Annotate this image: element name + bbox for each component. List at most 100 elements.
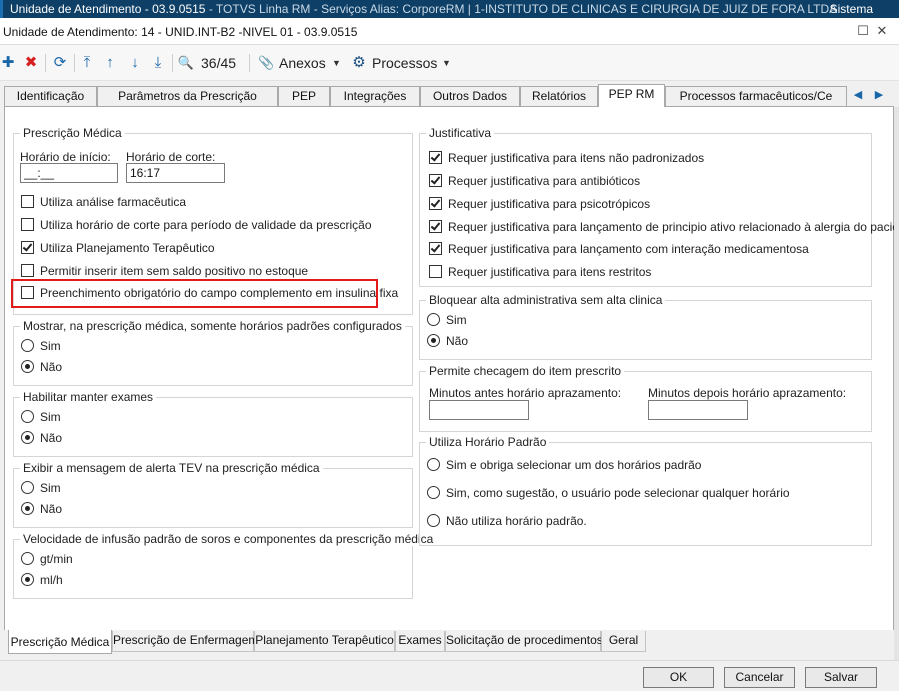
first-record-icon[interactable]: ⤒ [79, 53, 95, 73]
tab-exames[interactable]: Exames [395, 631, 445, 652]
delete-icon[interactable]: ✖ [23, 53, 39, 73]
radio-button[interactable] [427, 458, 440, 471]
checkbox-box[interactable] [429, 242, 442, 255]
anexos-button[interactable]: Anexos [279, 53, 326, 73]
checkmark-icon [430, 174, 441, 185]
radio-button[interactable] [21, 360, 34, 373]
group-legend: Exibir a mensagem de alerta TEV na presc… [20, 461, 323, 475]
record-counter: 36/45 [201, 55, 237, 71]
radio-button[interactable] [21, 502, 34, 515]
pep-rm-panel: Prescrição Médica Horário de início: Hor… [4, 107, 899, 630]
toolbar: ✚ ✖ ⟳ ⤒ ↑ ↓ ⤓ 🔍 36/45 📎 Anexos ▼ ⚙ Proce… [0, 45, 899, 81]
checkbox-box[interactable] [429, 265, 442, 278]
tab-outros-dados[interactable]: Outros Dados [420, 86, 520, 106]
app-accent-stripe [0, 0, 3, 18]
checkbox-box[interactable] [21, 264, 34, 277]
group-legend: Utiliza Horário Padrão [426, 435, 550, 449]
habilitar-exames-group: Habilitar manter exames Sim Não [13, 390, 413, 457]
radio-button[interactable] [21, 410, 34, 423]
tab-integracoes[interactable]: Integrações [330, 86, 420, 106]
radio-button[interactable] [21, 552, 34, 565]
tab-scroll-left-icon[interactable]: ◀ [852, 87, 864, 103]
refresh-icon[interactable]: ⟳ [51, 53, 69, 73]
search-icon[interactable]: 🔍 [177, 53, 195, 73]
horario-corte-label: Horário de corte: [126, 150, 216, 164]
app-title: Unidade de Atendimento - 03.9.0515 - TOT… [10, 2, 838, 16]
checagem-group: Permite checagem do item prescrito Minut… [419, 364, 872, 432]
checkbox-box[interactable] [21, 241, 34, 254]
close-icon[interactable]: ✕ [874, 23, 890, 39]
toolbar-divider [172, 54, 173, 72]
toolbar-divider [74, 54, 75, 72]
processos-dropdown-icon[interactable]: ▼ [442, 53, 451, 73]
radio-button[interactable] [21, 339, 34, 352]
horario-inicio-label: Horário de início: [20, 150, 111, 164]
tab-parametros-prescricao[interactable]: Parâmetros da Prescrição [97, 86, 278, 106]
checkmark-icon [430, 242, 441, 253]
checkbox-box[interactable] [429, 197, 442, 210]
tab-solicitacao-procedimentos[interactable]: Solicitação de procedimentos [445, 631, 603, 652]
group-legend: Bloquear alta administrativa sem alta cl… [426, 293, 666, 307]
checkbox-box[interactable] [429, 151, 442, 164]
radio-button[interactable] [21, 481, 34, 494]
plus-icon[interactable]: ✚ [0, 53, 16, 73]
radio-dot-icon [25, 506, 30, 511]
mostrar-horarios-group: Mostrar, na prescrição médica, somente h… [13, 319, 413, 386]
group-legend: Habilitar manter exames [20, 390, 157, 404]
anexos-dropdown-icon[interactable]: ▼ [332, 53, 341, 73]
paperclip-icon[interactable]: 📎 [258, 53, 274, 73]
restore-icon[interactable]: ☐ [855, 23, 871, 39]
processos-button[interactable]: Processos [372, 53, 437, 73]
app-title-bar: Unidade de Atendimento - 03.9.0515 - TOT… [0, 0, 899, 18]
horario-inicio-input[interactable] [20, 163, 118, 183]
gear-icon[interactable]: ⚙ [351, 53, 367, 73]
sistema-menu[interactable]: Sistema [830, 2, 873, 16]
velocidade-infusao-group: Velocidade de infusão padrão de soros e … [13, 532, 437, 599]
radio-button[interactable] [427, 334, 440, 347]
tab-geral[interactable]: Geral [601, 631, 646, 652]
radio-button[interactable] [21, 431, 34, 444]
cancel-button[interactable]: Cancelar [724, 667, 795, 688]
group-legend: Permite checagem do item prescrito [426, 364, 625, 378]
ok-button[interactable]: OK [643, 667, 714, 688]
checkmark-icon [430, 197, 441, 208]
tab-prescricao-enfermagem[interactable]: Prescrição de Enfermagem [112, 631, 258, 652]
checkbox-box[interactable] [21, 195, 34, 208]
tab-scroll-right-icon[interactable]: ▶ [873, 87, 885, 103]
checkbox-box[interactable] [429, 220, 442, 233]
alerta-tev-group: Exibir a mensagem de alerta TEV na presc… [13, 461, 413, 528]
radio-dot-icon [25, 435, 30, 440]
radio-button[interactable] [21, 573, 34, 586]
checkmark-icon [430, 151, 441, 162]
checkbox-box[interactable] [21, 218, 34, 231]
last-record-icon[interactable]: ⤓ [150, 53, 166, 73]
tab-relatorios[interactable]: Relatórios [520, 86, 598, 106]
radio-dot-icon [25, 364, 30, 369]
tab-planejamento-terapeutico[interactable]: Planejamento Terapêutico [254, 631, 395, 652]
radio-button[interactable] [427, 514, 440, 527]
radio-button[interactable] [427, 313, 440, 326]
right-edge-strip [894, 107, 899, 660]
horario-padrao-group: Utiliza Horário Padrão Sim e obriga sele… [419, 435, 872, 546]
group-legend: Prescrição Médica [20, 126, 125, 140]
group-legend: Mostrar, na prescrição médica, somente h… [20, 319, 405, 333]
tab-identificacao[interactable]: Identificação [4, 86, 97, 106]
checkbox-box[interactable] [429, 174, 442, 187]
next-record-icon[interactable]: ↓ [127, 53, 143, 73]
minutos-depois-input[interactable] [648, 400, 748, 420]
tab-pep[interactable]: PEP [278, 86, 330, 106]
save-button[interactable]: Salvar [805, 667, 877, 688]
prev-record-icon[interactable]: ↑ [102, 53, 118, 73]
tab-processos-farmaceuticos[interactable]: Processos farmacêuticos/Ce [665, 86, 847, 106]
toolbar-divider [45, 54, 46, 72]
group-legend: Justificativa [426, 126, 495, 140]
tab-pep-rm[interactable]: PEP RM [598, 84, 665, 107]
checkmark-icon [430, 220, 441, 231]
highlight-box [11, 279, 378, 308]
checkmark-icon [22, 241, 33, 252]
horario-corte-input[interactable] [126, 163, 225, 183]
minutos-antes-input[interactable] [429, 400, 529, 420]
radio-button[interactable] [427, 486, 440, 499]
tab-prescricao-medica[interactable]: Prescrição Médica [8, 630, 112, 654]
radio-dot-icon [25, 577, 30, 582]
